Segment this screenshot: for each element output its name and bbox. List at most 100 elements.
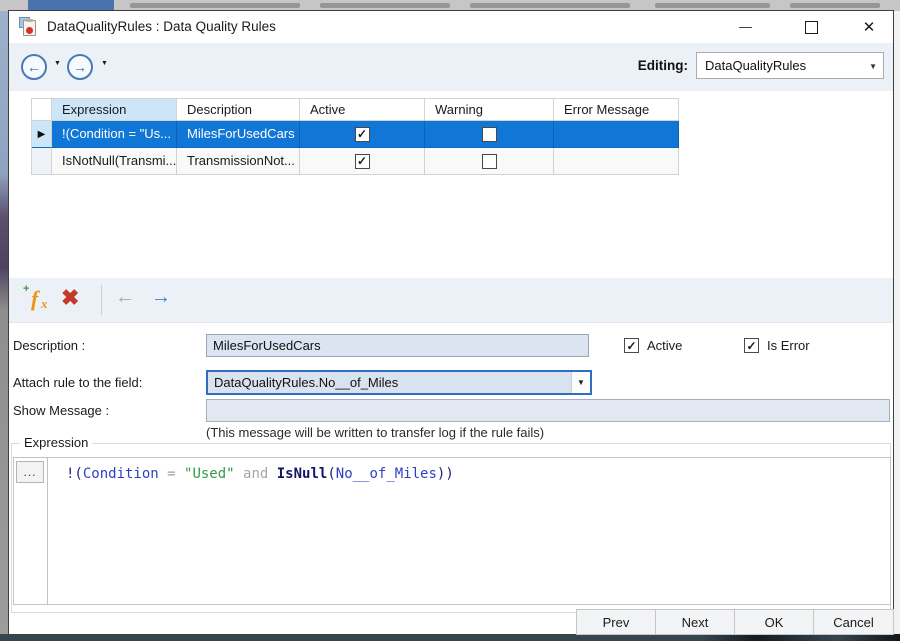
editing-target-dropdown[interactable]: DataQualityRules ▼	[696, 52, 884, 79]
forward-arrow-icon: →	[73, 59, 87, 75]
chevron-down-icon[interactable]: ▼	[571, 372, 590, 393]
description-input[interactable]	[206, 334, 589, 357]
cell-expression[interactable]: IsNotNull(Transmi...	[52, 148, 177, 175]
row-indicator-icon: ▶	[38, 129, 46, 140]
delete-x-icon: ✖	[61, 285, 79, 310]
table-row[interactable]: ▶ !(Condition = "Us...MilesForUsedCars ✓	[32, 121, 679, 148]
is-error-checkbox-label: Is Error	[767, 338, 810, 353]
grid-checkbox[interactable]	[482, 154, 497, 169]
app-icon	[19, 17, 39, 37]
expression-token: No__of_Miles	[336, 466, 437, 482]
attach-field-label: Attach rule to the field:	[13, 375, 142, 390]
show-message-hint: (This message will be written to transfe…	[206, 425, 544, 440]
expression-token: Condition	[83, 466, 159, 482]
expression-builder-button[interactable]: ...	[16, 461, 44, 483]
navigate-forward-button[interactable]: →	[67, 54, 93, 80]
navigation-strip: ← ▼ → ▼ Editing: DataQualityRules ▼	[9, 43, 893, 91]
cell-description[interactable]: MilesForUsedCars	[177, 121, 300, 148]
expression-code[interactable]: !(Condition = "Used" and IsNull(No__of_M…	[48, 458, 890, 604]
data-quality-rules-dialog: DataQualityRules : Data Quality Rules ✕ …	[8, 10, 894, 635]
column-header-warning[interactable]: Warning	[425, 99, 554, 121]
expression-token: (	[327, 466, 335, 482]
maximize-button[interactable]	[796, 14, 826, 40]
cell-active[interactable]: ✓	[300, 121, 425, 148]
backdrop-blurred-text	[130, 3, 300, 8]
expression-token: ))	[437, 466, 454, 482]
check-icon: ✓	[746, 339, 756, 353]
grid-checkbox[interactable]: ✓	[355, 154, 370, 169]
backdrop-bottom-edge	[0, 634, 900, 641]
expression-group-label: Expression	[20, 435, 92, 450]
ok-button[interactable]: OK	[734, 609, 814, 635]
cell-expression[interactable]: !(Condition = "Us...	[52, 121, 177, 148]
check-icon: ✓	[626, 339, 636, 353]
cell-description[interactable]: TransmissionNot...	[177, 148, 300, 175]
editor-gutter: ...	[14, 458, 48, 604]
editing-target-value: DataQualityRules	[705, 53, 806, 78]
table-row[interactable]: IsNotNull(Transmi...TransmissionNot... ✓	[32, 148, 679, 175]
minimize-button[interactable]	[730, 14, 760, 40]
expression-token: and	[235, 466, 277, 482]
grid-corner-cell	[32, 99, 52, 121]
backdrop-left-edge	[0, 11, 8, 635]
column-header-error-message[interactable]: Error Message	[554, 99, 679, 121]
rules-grid: ExpressionDescriptionActiveWarningError …	[31, 98, 679, 175]
backdrop-blurred-text	[470, 3, 630, 8]
delete-rule-button[interactable]: ✖	[61, 285, 79, 311]
plus-icon: +	[23, 283, 29, 295]
cell-warning[interactable]	[425, 148, 554, 175]
description-label: Description :	[13, 338, 85, 353]
column-header-active[interactable]: Active	[300, 99, 425, 121]
editing-label: Editing:	[638, 58, 688, 73]
row-indicator-cell	[32, 148, 52, 175]
toolbar-separator	[101, 285, 102, 315]
attach-field-value: DataQualityRules.No__of_Miles	[214, 372, 398, 393]
close-button[interactable]: ✕	[854, 14, 884, 40]
backdrop-right-edge	[894, 11, 900, 635]
grid-checkbox[interactable]	[482, 127, 497, 142]
window-title: DataQualityRules : Data Quality Rules	[47, 11, 276, 43]
prev-button[interactable]: Prev	[576, 609, 656, 635]
maximize-icon	[805, 21, 818, 34]
back-arrow-icon: ←	[27, 59, 41, 75]
back-dropdown-caret-icon[interactable]: ▼	[54, 60, 61, 67]
show-message-input[interactable]	[206, 399, 890, 422]
minimize-icon	[739, 27, 752, 28]
grid-checkbox[interactable]: ✓	[355, 127, 370, 142]
navigate-back-button[interactable]: ←	[21, 54, 47, 80]
active-checkbox-label: Active	[647, 338, 682, 353]
close-icon: ✕	[863, 20, 876, 35]
active-checkbox[interactable]: ✓	[624, 338, 639, 353]
cancel-button[interactable]: Cancel	[813, 609, 894, 635]
forward-dropdown-caret-icon[interactable]: ▼	[101, 60, 108, 67]
rule-toolbar: + f x ✖ ← →	[9, 278, 893, 323]
add-rule-button[interactable]: + f x	[23, 285, 55, 315]
attach-field-dropdown[interactable]: DataQualityRules.No__of_Miles ▼	[206, 370, 592, 395]
expression-token: !(	[66, 466, 83, 482]
backdrop-blurred-text	[320, 3, 450, 8]
row-indicator-cell: ▶	[32, 121, 52, 148]
next-button[interactable]: Next	[655, 609, 735, 635]
backdrop-blurred-text	[655, 3, 770, 8]
is-error-checkbox[interactable]: ✓	[744, 338, 759, 353]
cell-error-message[interactable]	[554, 121, 679, 148]
column-header-description[interactable]: Description	[177, 99, 300, 121]
grid-header-row: ExpressionDescriptionActiveWarningError …	[32, 99, 679, 121]
cell-active[interactable]: ✓	[300, 148, 425, 175]
next-rule-button[interactable]: →	[151, 286, 171, 309]
cell-warning[interactable]	[425, 121, 554, 148]
expression-token: IsNull	[277, 466, 328, 482]
show-message-label: Show Message :	[13, 403, 109, 418]
left-arrow-icon: ←	[115, 286, 135, 308]
right-arrow-icon: →	[151, 286, 171, 308]
expression-editor: ... !(Condition = "Used" and IsNull(No__…	[13, 457, 891, 605]
column-header-expression[interactable]: Expression	[52, 99, 177, 121]
cell-error-message[interactable]	[554, 148, 679, 175]
backdrop-blurred-text	[790, 3, 880, 8]
expression-token: =	[159, 466, 184, 482]
previous-rule-button[interactable]: ←	[115, 286, 135, 309]
fx-icon: f	[31, 286, 38, 312]
chevron-down-icon: ▼	[869, 62, 877, 71]
title-bar: DataQualityRules : Data Quality Rules ✕	[9, 11, 893, 43]
expression-token: "Used"	[184, 466, 235, 482]
